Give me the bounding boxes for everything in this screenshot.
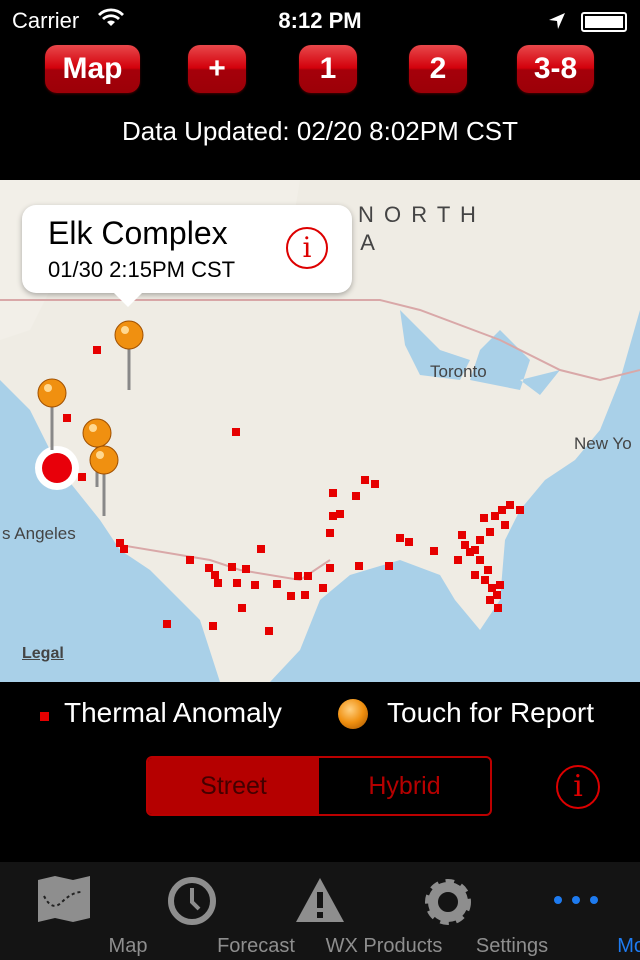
map-button[interactable]: Map [45,45,140,93]
thermal-anomaly-marker [301,591,309,599]
thermal-anomaly-marker [498,506,506,514]
thermal-anomaly-marker [458,531,466,539]
map-type-control[interactable]: Street Hybrid [146,756,492,816]
thermal-anomaly-marker [516,506,524,514]
thermal-anomaly-marker [287,592,295,600]
fire-callout[interactable]: Elk Complex 01/30 2:15PM CST i [22,205,352,307]
clock-icon [168,877,216,925]
map-label-los-angeles: s Angeles [2,524,76,543]
thermal-anomaly-marker [273,580,281,588]
thermal-anomaly-marker [430,547,438,555]
thermal-anomaly-marker [257,545,265,553]
thermal-anomaly-marker [78,473,86,481]
thermal-anomaly-marker [63,414,71,422]
tab-wx-products[interactable]: WX Products [256,862,442,960]
thermal-anomaly-marker [233,579,241,587]
thermal-anomaly-marker [209,622,217,630]
thermal-anomaly-marker [496,581,504,589]
thermal-anomaly-marker [251,581,259,589]
thermal-anomaly-marker [484,566,492,574]
map-label-north: N O R T H [358,202,478,227]
thermal-anomaly-marker [163,620,171,628]
thermal-anomaly-marker [494,604,502,612]
thermal-anomaly-marker [491,512,499,520]
thermal-anomaly-marker [352,492,360,500]
thermal-anomaly-marker [232,428,240,436]
thermal-anomaly-marker [238,604,246,612]
thermal-anomaly-marker [319,584,327,592]
more-icon [554,896,598,904]
day-2-button[interactable]: 2 [409,45,467,93]
thermal-anomaly-marker [371,480,379,488]
thermal-anomaly-marker [294,572,302,580]
thermal-anomaly-marker [336,510,344,518]
thermal-anomaly-marker [205,564,213,572]
thermal-anomaly-marker [326,564,334,572]
battery-icon [581,12,627,32]
user-location-marker [35,446,79,490]
thermal-anomaly-marker [405,538,413,546]
callout-title: Elk Complex [48,215,228,251]
map-icon [38,876,90,922]
legend-report: Touch for Report [387,697,594,728]
thermal-anomaly-marker [326,529,334,537]
tab-label: More [617,935,640,957]
tab-settings[interactable]: Settings [384,862,548,960]
thermal-anomaly-marker [228,563,236,571]
thermal-anomaly-marker [471,546,479,554]
thermal-anomaly-marker [214,579,222,587]
thermal-anomaly-marker [355,562,363,570]
plus-button[interactable]: + [188,45,246,93]
thermal-anomaly-marker [488,584,496,592]
thermal-anomaly-marker [329,489,337,497]
hybrid-option[interactable]: Hybrid [319,758,490,814]
thermal-anomaly-marker [385,562,393,570]
day-1-button[interactable]: 1 [299,45,357,93]
anomaly-marker-icon [40,712,49,721]
info-icon[interactable]: i [286,227,328,269]
thermal-anomaly-marker [486,596,494,604]
location-arrow-icon [548,10,566,36]
day-3-8-button[interactable]: 3-8 [517,45,594,93]
clock: 8:12 PM [278,8,362,33]
map-label-toronto: Toronto [430,362,487,381]
callout-subtitle: 01/30 2:15PM CST [48,257,236,282]
tab-forecast[interactable]: Forecast [128,862,295,960]
thermal-anomaly-marker [493,591,501,599]
thermal-anomaly-marker [361,476,369,484]
thermal-anomaly-marker [93,346,101,354]
thermal-anomaly-marker [186,556,194,564]
gear-icon [425,879,471,925]
tab-more[interactable]: More [512,862,640,960]
thermal-anomaly-marker [476,556,484,564]
thermal-anomaly-marker [461,541,469,549]
thermal-anomaly-marker [304,572,312,580]
thermal-anomaly-marker [396,534,404,542]
data-updated-text: Data Updated: 02/20 8:02PM CST [121,116,518,146]
report-pin-icon [338,699,368,729]
thermal-anomaly-marker [486,528,494,536]
street-option[interactable]: Street [148,758,319,814]
thermal-anomaly-marker [480,514,488,522]
info-button[interactable]: i [556,765,600,809]
thermal-anomaly-marker [265,627,273,635]
tab-bar: Map Forecast WX Products Settings More [0,862,640,960]
status-bar: Carrier 8:12 PM [0,0,640,40]
warning-icon [296,878,344,922]
legend-anomaly: Thermal Anomaly [64,697,282,728]
thermal-anomaly-marker [242,565,250,573]
thermal-anomaly-marker [481,576,489,584]
thermal-anomaly-marker [120,545,128,553]
legal-link[interactable]: Legal [22,645,64,663]
thermal-anomaly-marker [329,512,337,520]
tab-map[interactable]: Map [0,862,147,960]
thermal-anomaly-marker [454,556,462,564]
thermal-anomaly-marker [211,571,219,579]
map-label-new-york: New Yo [574,434,632,453]
thermal-anomaly-marker [476,536,484,544]
thermal-anomaly-marker [506,501,514,509]
thermal-anomaly-marker [471,571,479,579]
thermal-anomaly-marker [501,521,509,529]
